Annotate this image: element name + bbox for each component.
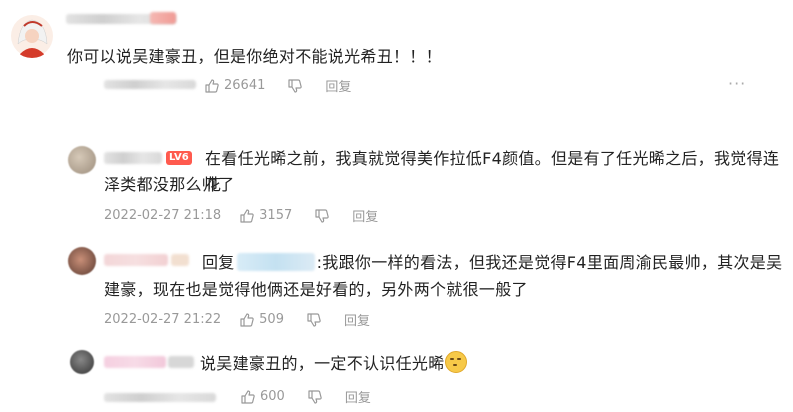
comment-date: 2022-02-27 21:18 (104, 208, 222, 223)
level-badge: LV6 (166, 151, 192, 165)
comment-actions: 26641 回复 (204, 76, 351, 95)
like-count: 26641 (224, 78, 266, 93)
smirk-emoji-icon (444, 351, 467, 373)
dislike-icon[interactable] (307, 389, 323, 405)
comment-actions: 2022-02-27 21:22 509 回复 (104, 310, 370, 329)
timestamp-blurred (104, 80, 196, 89)
comment-actions: 2022-02-27 21:18 3157 回复 (104, 206, 378, 225)
comment-text-line1: 回复 :我跟你一样的看法，但我还是觉得F4里面周渝民最帅，其次是吴 (202, 250, 782, 276)
like-count: 509 (259, 312, 284, 327)
like-count: 3157 (259, 208, 293, 223)
dislike-icon[interactable] (314, 208, 330, 224)
avatar[interactable] (10, 14, 54, 58)
like-icon[interactable] (239, 208, 255, 224)
user-badge-blurred (168, 356, 194, 368)
dislike-icon[interactable] (287, 78, 303, 94)
username-blurred[interactable] (104, 152, 162, 164)
like-icon[interactable] (239, 312, 255, 328)
reply-button[interactable]: 回复 (344, 310, 370, 329)
timestamp-blurred (104, 393, 216, 402)
reply-prefix: 回复 (202, 253, 235, 272)
comment-text-line2: 泽类都没那么帅了 (104, 175, 235, 194)
comment-text-line1: 在看任光晞之前，我真就觉得美作拉低F4颜值。但是有了任光晞之后，我觉得连花 (205, 149, 780, 194)
user-badge-blurred (150, 12, 176, 24)
comment-text: 说吴建豪丑的，一定不认识任光晞 (200, 351, 467, 377)
avatar[interactable] (70, 350, 94, 374)
like-icon[interactable] (240, 389, 256, 405)
user-badge-blurred (171, 254, 189, 266)
comment-text: 你可以说吴建豪丑，但是你绝对不能说光希丑！！！ (67, 47, 442, 66)
username-blurred[interactable] (104, 254, 168, 266)
more-options-icon[interactable]: ··· (728, 74, 746, 93)
comment-actions: 600 回复 (240, 387, 371, 406)
comment-date: 2022-02-27 21:22 (104, 312, 222, 327)
dislike-icon[interactable] (306, 312, 322, 328)
reply-button[interactable]: 回复 (325, 76, 351, 95)
reply-button[interactable]: 回复 (345, 387, 371, 406)
comment-text-line2: 建豪，现在也是觉得他俩还是好看的，另外两个就很一般了 (104, 280, 528, 299)
reply-button[interactable]: 回复 (352, 206, 378, 225)
reply-text: :我跟你一样的看法，但我还是觉得F4里面周渝民最帅，其次是吴 (316, 253, 783, 272)
avatar[interactable] (68, 146, 96, 174)
avatar[interactable] (68, 247, 96, 275)
mention-username-blurred[interactable] (236, 253, 315, 271)
comment-text-content: 说吴建豪丑的，一定不认识任光晞 (200, 354, 445, 373)
username-blurred[interactable] (104, 356, 166, 368)
like-count: 600 (260, 389, 285, 404)
like-icon[interactable] (204, 78, 220, 94)
